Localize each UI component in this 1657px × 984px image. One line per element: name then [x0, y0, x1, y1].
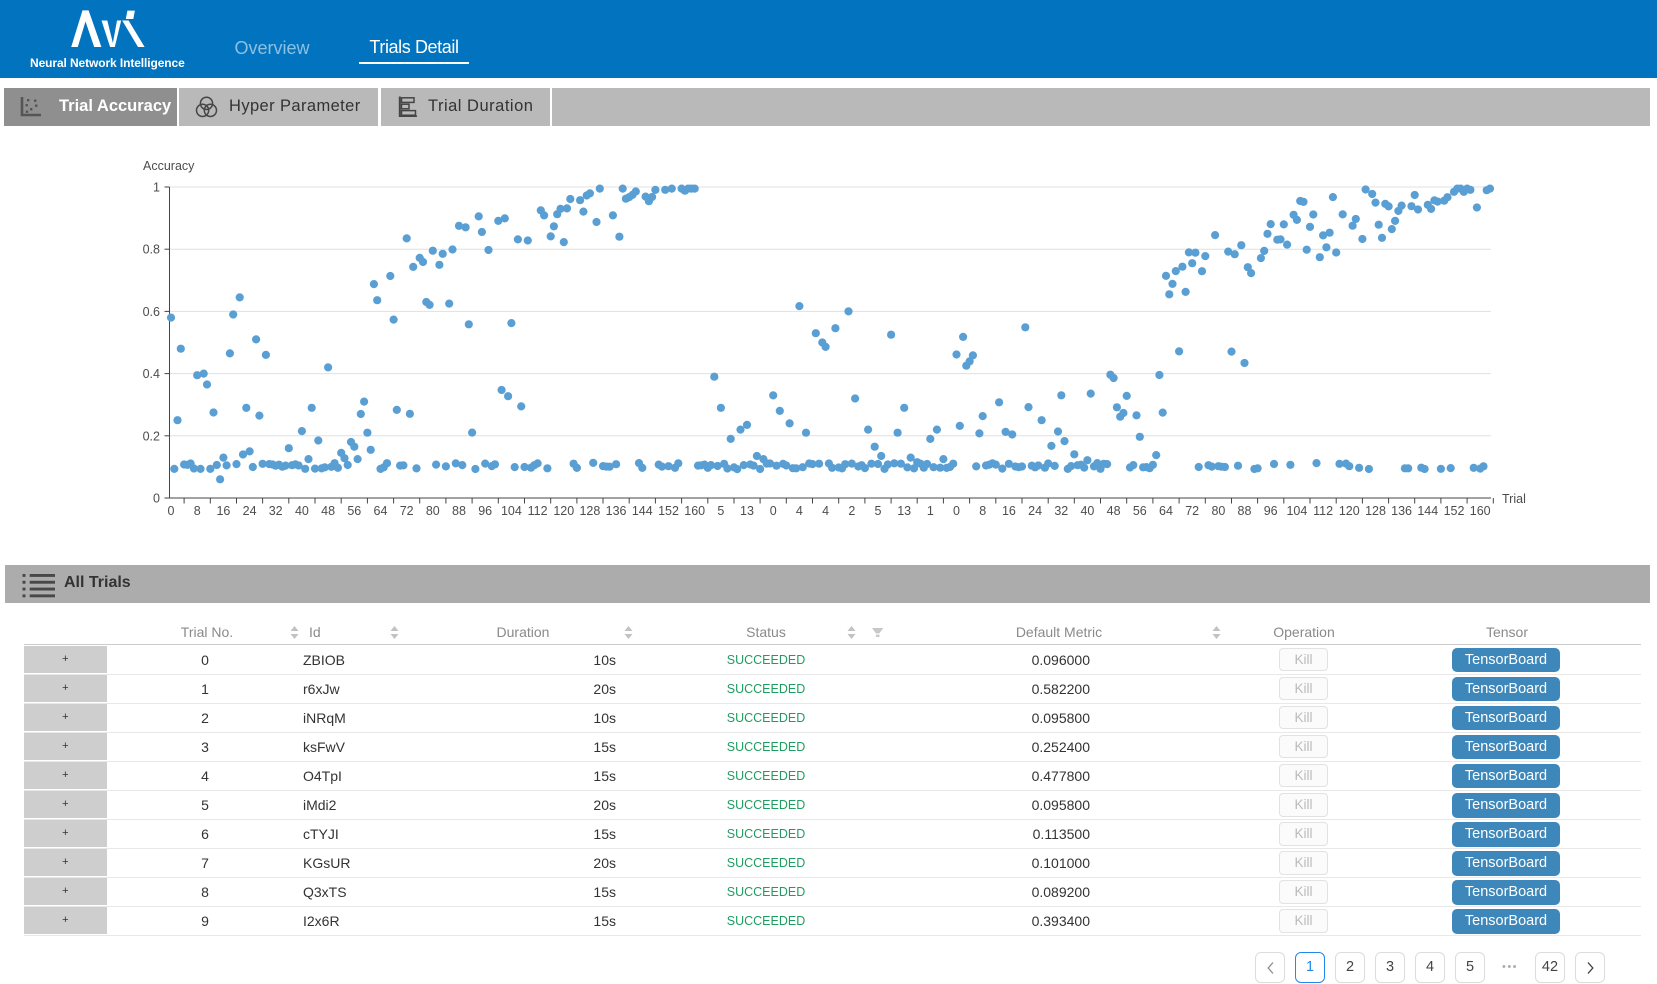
svg-text:56: 56: [347, 504, 361, 518]
svg-text:5: 5: [875, 504, 882, 518]
svg-text:8: 8: [194, 504, 201, 518]
svg-text:72: 72: [400, 504, 414, 518]
svg-text:24: 24: [243, 504, 257, 518]
svg-text:48: 48: [321, 504, 335, 518]
svg-text:5: 5: [717, 504, 724, 518]
svg-text:4: 4: [822, 504, 829, 518]
svg-text:160: 160: [684, 504, 705, 518]
svg-text:128: 128: [1365, 504, 1386, 518]
svg-text:56: 56: [1133, 504, 1147, 518]
svg-text:0: 0: [168, 504, 175, 518]
svg-text:40: 40: [295, 504, 309, 518]
svg-text:4: 4: [796, 504, 803, 518]
svg-text:136: 136: [606, 504, 627, 518]
svg-text:0.4: 0.4: [143, 367, 160, 381]
svg-text:112: 112: [528, 504, 548, 518]
svg-text:2: 2: [848, 504, 855, 518]
svg-text:104: 104: [501, 504, 522, 518]
svg-text:32: 32: [269, 504, 283, 518]
svg-text:13: 13: [897, 504, 911, 518]
svg-text:0: 0: [953, 504, 960, 518]
svg-text:144: 144: [1417, 504, 1438, 518]
svg-text:96: 96: [1264, 504, 1278, 518]
svg-text:24: 24: [1028, 504, 1042, 518]
svg-text:8: 8: [979, 504, 986, 518]
svg-text:32: 32: [1054, 504, 1068, 518]
svg-text:16: 16: [216, 504, 230, 518]
svg-text:80: 80: [1211, 504, 1225, 518]
svg-text:72: 72: [1185, 504, 1199, 518]
svg-text:0.8: 0.8: [143, 243, 160, 257]
svg-text:0.6: 0.6: [143, 305, 160, 319]
svg-text:Trial: Trial: [1502, 492, 1526, 506]
svg-text:0: 0: [153, 492, 160, 506]
svg-text:136: 136: [1391, 504, 1412, 518]
svg-text:13: 13: [740, 504, 754, 518]
svg-text:40: 40: [1080, 504, 1094, 518]
svg-text:48: 48: [1107, 504, 1121, 518]
svg-text:120: 120: [553, 504, 574, 518]
svg-text:64: 64: [374, 504, 388, 518]
svg-text:96: 96: [478, 504, 492, 518]
svg-text:80: 80: [426, 504, 440, 518]
svg-text:Accuracy: Accuracy: [143, 159, 195, 173]
svg-text:144: 144: [632, 504, 653, 518]
svg-text:88: 88: [452, 504, 466, 518]
svg-text:120: 120: [1339, 504, 1360, 518]
svg-text:16: 16: [1002, 504, 1016, 518]
svg-text:128: 128: [579, 504, 600, 518]
svg-text:0: 0: [770, 504, 777, 518]
svg-text:88: 88: [1238, 504, 1252, 518]
svg-text:152: 152: [1444, 504, 1465, 518]
svg-text:160: 160: [1470, 504, 1491, 518]
svg-text:152: 152: [658, 504, 679, 518]
svg-text:104: 104: [1286, 504, 1307, 518]
svg-text:112: 112: [1313, 504, 1333, 518]
svg-text:1: 1: [153, 181, 160, 195]
svg-text:0.2: 0.2: [143, 429, 160, 443]
svg-text:1: 1: [927, 504, 934, 518]
svg-text:64: 64: [1159, 504, 1173, 518]
